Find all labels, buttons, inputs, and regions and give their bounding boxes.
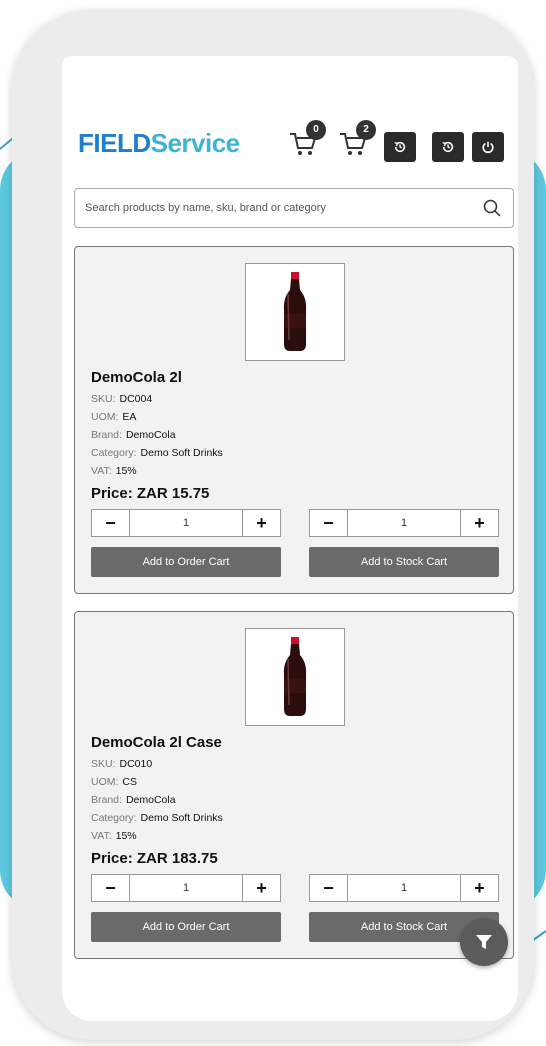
app-screen: FIELDService 0 2 Search products by name… bbox=[62, 56, 518, 1021]
increase-button[interactable]: + bbox=[242, 875, 280, 901]
increase-button[interactable]: + bbox=[460, 510, 498, 536]
decrease-button[interactable]: − bbox=[92, 875, 130, 901]
app-header: FIELDService 0 2 bbox=[62, 56, 518, 186]
history-icon bbox=[442, 141, 454, 153]
add-to-order-cart-button[interactable]: Add to Order Cart bbox=[91, 912, 281, 942]
quantity-value[interactable]: 1 bbox=[130, 875, 242, 901]
product-uom: UOM: CS bbox=[91, 776, 137, 788]
cart-count-badge: 2 bbox=[356, 120, 376, 140]
product-card: DemoCola 2l Case SKU: DC010 UOM: CS Brand:… bbox=[74, 611, 514, 959]
filter-icon bbox=[476, 935, 492, 949]
stock-quantity-stepper: − 1 + bbox=[309, 509, 499, 537]
category-value: Demo Soft Drinks bbox=[140, 447, 223, 459]
vat-value: 15% bbox=[115, 830, 137, 842]
product-card: DemoCola 2l SKU: DC004 UOM: EA Brand: DemoC… bbox=[74, 246, 514, 594]
phone-frame: FIELDService 0 2 Search products by name… bbox=[12, 10, 534, 1040]
sku-label: SKU: bbox=[91, 758, 116, 770]
cart-count-badge: 0 bbox=[306, 120, 326, 140]
sku-label: SKU: bbox=[91, 393, 116, 405]
uom-label: UOM: bbox=[91, 411, 119, 423]
search-input[interactable] bbox=[85, 189, 465, 227]
cola-bottle-icon bbox=[283, 272, 307, 351]
filter-button[interactable] bbox=[460, 918, 508, 966]
product-category: Category: Demo Soft Drinks bbox=[91, 447, 223, 459]
category-label: Category: bbox=[91, 447, 137, 459]
vat-label: VAT: bbox=[91, 830, 112, 842]
add-to-order-cart-button[interactable]: Add to Order Cart bbox=[91, 547, 281, 577]
search-bar bbox=[74, 188, 514, 228]
sku-value: DC010 bbox=[119, 758, 153, 770]
product-image bbox=[245, 628, 345, 726]
brand-value: DemoCola bbox=[125, 429, 176, 441]
sync-button[interactable] bbox=[432, 132, 464, 162]
logo-text-field: FIELD bbox=[78, 128, 151, 158]
decrease-button[interactable]: − bbox=[310, 875, 348, 901]
product-category: Category: Demo Soft Drinks bbox=[91, 812, 223, 824]
uom-value: CS bbox=[122, 776, 138, 788]
product-price: Price: ZAR 183.75 bbox=[91, 850, 218, 867]
add-to-stock-cart-button[interactable]: Add to Stock Cart bbox=[309, 547, 499, 577]
category-label: Category: bbox=[91, 812, 137, 824]
brand-label: Brand: bbox=[91, 429, 122, 441]
product-brand: Brand: DemoCola bbox=[91, 794, 176, 806]
brand-label: Brand: bbox=[91, 794, 122, 806]
quantity-value[interactable]: 1 bbox=[348, 875, 460, 901]
product-uom: UOM: EA bbox=[91, 411, 136, 423]
product-sku: SKU: DC004 bbox=[91, 393, 152, 405]
vat-label: VAT: bbox=[91, 465, 112, 477]
product-name: DemoCola 2l Case bbox=[91, 734, 222, 751]
product-brand: Brand: DemoCola bbox=[91, 429, 176, 441]
product-vat: VAT: 15% bbox=[91, 830, 137, 842]
cola-bottle-icon bbox=[283, 637, 307, 716]
category-value: Demo Soft Drinks bbox=[140, 812, 223, 824]
stock-cart-button[interactable]: 2 bbox=[338, 120, 376, 158]
decrease-button[interactable]: − bbox=[92, 510, 130, 536]
product-sku: SKU: DC010 bbox=[91, 758, 152, 770]
product-image bbox=[245, 263, 345, 361]
order-quantity-stepper: − 1 + bbox=[91, 874, 281, 902]
increase-button[interactable]: + bbox=[460, 875, 498, 901]
uom-value: EA bbox=[122, 411, 137, 423]
decrease-button[interactable]: − bbox=[310, 510, 348, 536]
power-icon bbox=[482, 141, 494, 154]
order-quantity-stepper: − 1 + bbox=[91, 509, 281, 537]
product-name: DemoCola 2l bbox=[91, 369, 182, 386]
product-price: Price: ZAR 15.75 bbox=[91, 485, 210, 502]
brand-value: DemoCola bbox=[125, 794, 176, 806]
logo-text-service: Service bbox=[150, 128, 241, 158]
uom-label: UOM: bbox=[91, 776, 119, 788]
search-icon[interactable] bbox=[483, 199, 501, 217]
history-button[interactable] bbox=[384, 132, 416, 162]
history-icon bbox=[394, 141, 406, 153]
quantity-value[interactable]: 1 bbox=[348, 510, 460, 536]
product-vat: VAT: 15% bbox=[91, 465, 137, 477]
quantity-value[interactable]: 1 bbox=[130, 510, 242, 536]
logout-button[interactable] bbox=[472, 132, 504, 162]
sku-value: DC004 bbox=[119, 393, 153, 405]
stock-quantity-stepper: − 1 + bbox=[309, 874, 499, 902]
increase-button[interactable]: + bbox=[242, 510, 280, 536]
order-cart-button[interactable]: 0 bbox=[288, 120, 326, 158]
vat-value: 15% bbox=[115, 465, 137, 477]
app-logo: FIELDService bbox=[78, 128, 240, 159]
